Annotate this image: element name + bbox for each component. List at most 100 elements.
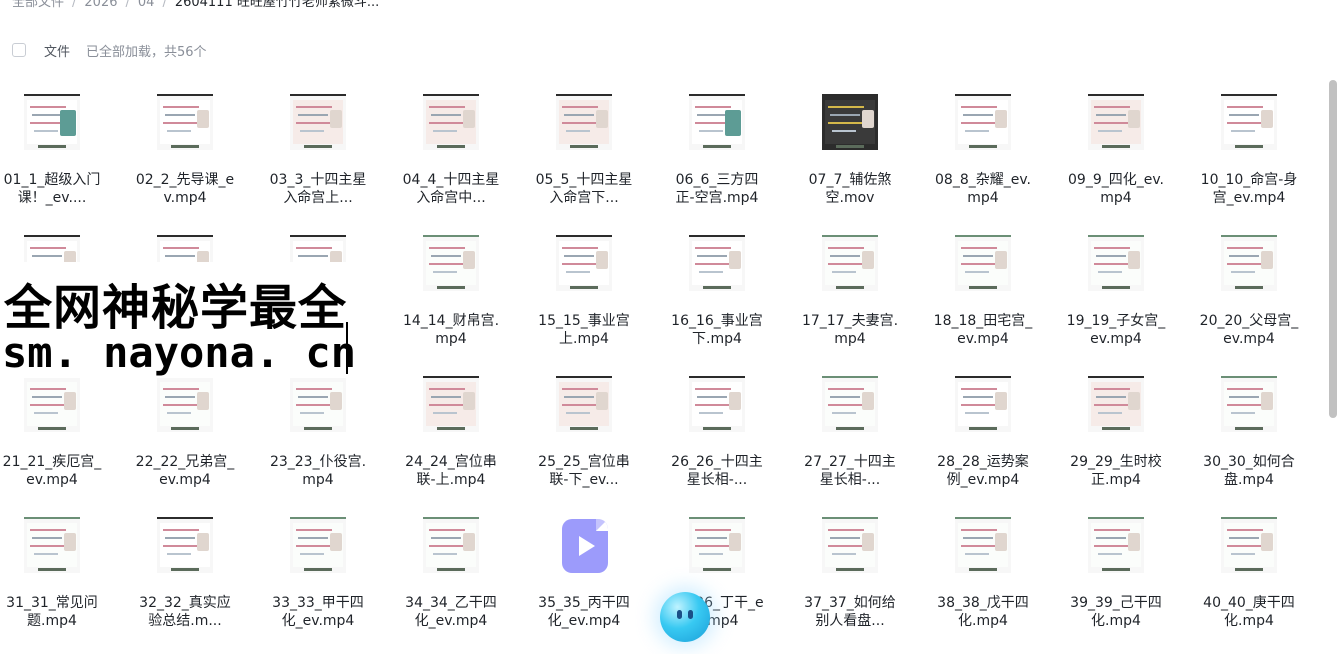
file-item[interactable]: 32_32_真实应验总结.m...	[133, 511, 265, 641]
assistant-eye	[677, 610, 682, 619]
video-thumbnail	[556, 376, 612, 432]
file-item[interactable]: 19_19_子女宫_ev.mp4	[1064, 229, 1196, 359]
file-item[interactable]: 09_9_四化_ev.mp4	[1064, 88, 1196, 218]
file-item[interactable]: 04_4_十四主星入命宫中...	[399, 88, 531, 218]
video-thumbnail	[556, 235, 612, 291]
file-name: 23_23_仆役宫.mp4	[269, 454, 367, 488]
video-thumbnail	[955, 235, 1011, 291]
watermark-line-2: sm. nayona. cn	[2, 328, 357, 377]
file-item[interactable]: 40_40_庚干四化.mp4	[1197, 511, 1329, 641]
file-name: 34_34_乙干四化_ev.mp4	[405, 595, 497, 629]
video-thumbnail	[1221, 94, 1277, 150]
video-thumbnail	[157, 94, 213, 150]
video-thumbnail	[955, 517, 1011, 573]
file-name: 09_9_四化_ev.mp4	[1068, 172, 1164, 206]
file-name: 22_22_兄弟宫_ev.mp4	[135, 454, 235, 488]
file-name: 38_38_戊干四化.mp4	[937, 595, 1029, 629]
file-name: 31_31_常见问题.mp4	[6, 595, 98, 629]
video-thumbnail	[290, 94, 346, 150]
file-name: 05_5_十四主星入命宫下...	[535, 172, 633, 206]
file-name: 16_16_事业宫下.mp4	[671, 313, 763, 347]
file-item[interactable]: 10_10_命宫-身宫_ev.mp4	[1197, 88, 1329, 218]
file-item[interactable]: 02_2_先导课_ev.mp4	[133, 88, 265, 218]
video-thumbnail	[423, 235, 479, 291]
file-name: 07_7_辅佐煞空.mov	[808, 172, 892, 206]
file-item[interactable]: 25_25_宫位串联-下_ev...	[532, 370, 664, 500]
text-cursor	[346, 322, 348, 374]
video-thumbnail	[1221, 517, 1277, 573]
breadcrumb-separator: /	[125, 0, 130, 10]
file-item[interactable]: 14_14_财帛宫.mp4	[399, 229, 531, 359]
file-item[interactable]: 06_6_三方四正-空宫.mp4	[665, 88, 797, 218]
breadcrumb-current-folder: 2604111 旺旺屋竹竹老师紫微斗...	[174, 0, 380, 10]
file-name: 27_27_十四主星长相-...	[804, 454, 896, 488]
file-name: 10_10_命宫-身宫_ev.mp4	[1200, 172, 1298, 206]
video-thumbnail	[1088, 376, 1144, 432]
file-item[interactable]: 37_37_如何给别人看盘...	[798, 511, 930, 641]
breadcrumb: 全部文件 / 2026 / 04 / 2604111 旺旺屋竹竹老师紫微斗...	[12, 0, 379, 11]
video-thumbnail	[689, 235, 745, 291]
file-item[interactable]: 39_39_己干四化.mp4	[1064, 511, 1196, 641]
file-name: 28_28_运势案例_ev.mp4	[937, 454, 1029, 488]
file-item[interactable]: 21_21_疾厄宫_ev.mp4	[0, 370, 132, 500]
file-item[interactable]: 08_8_杂耀_ev.mp4	[931, 88, 1063, 218]
video-thumbnail	[423, 517, 479, 573]
file-name: 30_30_如何合盘.mp4	[1203, 454, 1295, 488]
file-item[interactable]: 07_7_辅佐煞空.mov	[798, 88, 930, 218]
select-all-label[interactable]: 文件	[44, 41, 70, 60]
breadcrumb-year[interactable]: 2026	[84, 0, 117, 10]
file-item[interactable]: 22_22_兄弟宫_ev.mp4	[133, 370, 265, 500]
video-thumbnail	[157, 376, 213, 432]
file-name: 32_32_真实应验总结.m...	[139, 595, 231, 629]
file-item[interactable]: 28_28_运势案例_ev.mp4	[931, 370, 1063, 500]
file-item[interactable]: 26_26_十四主星长相-...	[665, 370, 797, 500]
video-thumbnail	[955, 94, 1011, 150]
file-item[interactable]: 24_24_宫位串联-上.mp4	[399, 370, 531, 500]
scrollbar-thumb[interactable]	[1329, 80, 1337, 418]
breadcrumb-month[interactable]: 04	[138, 0, 155, 10]
file-name: 19_19_子女宫_ev.mp4	[1066, 313, 1166, 347]
file-item[interactable]: 16_16_事业宫下.mp4	[665, 229, 797, 359]
file-item[interactable]: 34_34_乙干四化_ev.mp4	[399, 511, 531, 641]
video-thumbnail	[822, 376, 878, 432]
file-item[interactable]: 23_23_仆役宫.mp4	[266, 370, 398, 500]
file-name: 25_25_宫位串联-下_ev...	[538, 454, 630, 488]
file-name: 17_17_夫妻宫.mp4	[801, 313, 899, 347]
file-item[interactable]: 31_31_常见问题.mp4	[0, 511, 132, 641]
file-item[interactable]: 30_30_如何合盘.mp4	[1197, 370, 1329, 500]
file-item[interactable]: 27_27_十四主星长相-...	[798, 370, 930, 500]
play-icon	[579, 536, 595, 556]
file-name: 24_24_宫位串联-上.mp4	[405, 454, 497, 488]
file-toolbar: 文件 已全部加载，共56个	[12, 40, 207, 60]
video-thumbnail	[689, 517, 745, 573]
video-thumbnail	[24, 517, 80, 573]
video-thumbnail	[423, 94, 479, 150]
file-item[interactable]: 18_18_田宅宫_ev.mp4	[931, 229, 1063, 359]
assistant-eye	[688, 610, 693, 619]
file-item[interactable]: 17_17_夫妻宫.mp4	[798, 229, 930, 359]
file-name: 02_2_先导课_ev.mp4	[135, 172, 235, 206]
select-all-checkbox[interactable]	[12, 43, 26, 57]
file-item[interactable]: 35_35_丙干四化_ev.mp4	[532, 511, 664, 641]
video-thumbnail	[822, 517, 878, 573]
file-item[interactable]: 33_33_甲干四化_ev.mp4	[266, 511, 398, 641]
file-item[interactable]: 03_3_十四主星入命宫上...	[266, 88, 398, 218]
file-item[interactable]: 20_20_父母宫_ev.mp4	[1197, 229, 1329, 359]
file-name: 03_3_十四主星入命宫上...	[269, 172, 367, 206]
file-item[interactable]: 05_5_十四主星入命宫下...	[532, 88, 664, 218]
video-thumbnail	[290, 517, 346, 573]
file-name: 08_8_杂耀_ev.mp4	[935, 172, 1031, 206]
file-item[interactable]: 29_29_生时校正.mp4	[1064, 370, 1196, 500]
file-item[interactable]: 38_38_戊干四化.mp4	[931, 511, 1063, 641]
video-thumbnail	[556, 94, 612, 150]
file-name: 21_21_疾厄宫_ev.mp4	[2, 454, 102, 488]
file-name: 29_29_生时校正.mp4	[1070, 454, 1162, 488]
file-name: 06_6_三方四正-空宫.mp4	[675, 172, 759, 206]
file-item[interactable]: 15_15_事业宫上.mp4	[532, 229, 664, 359]
file-name: 18_18_田宅宫_ev.mp4	[933, 313, 1033, 347]
assistant-bot-icon[interactable]	[660, 592, 710, 642]
file-item[interactable]: 01_1_超级入门课！_ev....	[0, 88, 132, 218]
file-name: 15_15_事业宫上.mp4	[538, 313, 630, 347]
video-thumbnail	[822, 94, 878, 150]
breadcrumb-root[interactable]: 全部文件	[12, 0, 64, 10]
